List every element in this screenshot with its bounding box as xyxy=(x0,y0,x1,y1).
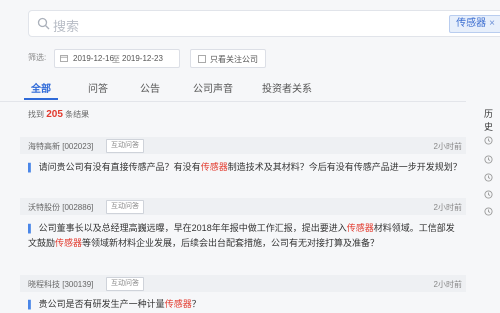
result-count-number: 205 xyxy=(46,109,63,120)
clock-icon xyxy=(484,207,493,216)
clock-icon xyxy=(484,136,493,145)
keyword-highlight: 传感器 xyxy=(55,238,83,248)
clock-icon xyxy=(484,190,493,199)
search-icon xyxy=(37,17,50,30)
type-badge: 互动问答 xyxy=(106,277,144,291)
keyword-tag[interactable]: 传感器 × xyxy=(449,15,500,33)
calendar-icon xyxy=(60,55,68,62)
clock-icon xyxy=(484,155,493,164)
follow-only-checkbox[interactable]: 只看关注公司 xyxy=(190,49,266,68)
date-range-picker[interactable]: 2019-12-16 至 2019-12-23 xyxy=(54,49,180,68)
question-part: 贵公司是否有研发生产一种计量 xyxy=(38,299,165,309)
question-part: ？ xyxy=(191,299,201,309)
timestamp: 2小时前 xyxy=(433,203,462,212)
result-item-header: 海特高新 [002023] 互动问答 2小时前 xyxy=(20,137,466,154)
question-text[interactable]: ▌ 公司董事长以及总经理高巍远曝，早在2018年年报中做工作汇报，提出要进入传感器… xyxy=(28,221,462,250)
keyword-highlight: 传感器 xyxy=(164,299,192,309)
keyword-highlight: 传感器 xyxy=(200,162,228,172)
keyword-tag-label: 传感器 xyxy=(456,18,487,29)
tab-company-voice[interactable]: 公司声音 xyxy=(193,80,233,95)
keyword-highlight: 传感器 xyxy=(346,223,374,233)
filter-row: 筛选: 2019-12-16 至 2019-12-23 只看关注公司 xyxy=(0,48,500,68)
question-icon: ▌ xyxy=(28,224,34,233)
result-item-header: 晓程科技 [300139] 互动问答 2小时前 xyxy=(20,275,466,292)
follow-only-label: 只看关注公司 xyxy=(210,55,258,64)
company-link[interactable]: 晓程科技 [300139] xyxy=(28,279,93,290)
type-badge: 互动问答 xyxy=(106,200,144,214)
question-part: 公司董事长以及总经理高巍远曝，早在2018年年报中做工作汇报，提出要进入 xyxy=(38,223,347,233)
checkbox-icon[interactable] xyxy=(198,55,206,63)
timestamp: 2小时前 xyxy=(433,142,462,151)
question-icon: ▌ xyxy=(28,163,34,172)
date-separator: 至 xyxy=(112,55,120,64)
timestamp: 2小时前 xyxy=(433,280,462,289)
tab-bar: 全部 问答 公告 公司声音 投资者关系 xyxy=(0,74,466,102)
type-badge: 互动问答 xyxy=(106,139,144,153)
close-icon[interactable]: × xyxy=(489,18,495,29)
result-item-header: 沃特股份 [002886] 互动问答 2小时前 xyxy=(20,198,466,215)
tab-announcements[interactable]: 公告 xyxy=(140,80,160,95)
search-placeholder: 搜索 xyxy=(53,19,80,34)
company-link[interactable]: 海特高新 [002023] xyxy=(28,141,93,152)
result-count-suffix: 条结果 xyxy=(65,110,90,119)
tab-all[interactable]: 全部 xyxy=(31,80,51,95)
question-part: 等领域新材料企业发展，后续会出台配套措施，公司有无对接打算及准备？ xyxy=(82,238,380,248)
result-count: 找到 205 条结果 xyxy=(28,109,89,120)
filter-label: 筛选: xyxy=(28,53,47,62)
clock-icon xyxy=(484,173,493,182)
result-count-prefix: 找到 xyxy=(28,110,44,119)
date-start[interactable]: 2019-12-16 xyxy=(73,54,114,63)
question-icon: ▌ xyxy=(28,300,34,309)
search-bar[interactable]: 搜索 传感器 × xyxy=(28,10,500,37)
tab-investor-relations[interactable]: 投资者关系 xyxy=(262,80,312,95)
question-text[interactable]: ▌ 贵公司是否有研发生产一种计量传感器？ xyxy=(28,297,462,312)
history-panel-title: 历史 xyxy=(484,109,494,132)
tab-qa[interactable]: 问答 xyxy=(88,80,108,95)
question-text[interactable]: ▌ 请问贵公司有没有直接传感产品？有没有传感器制造技术及其材料？今后有没有传感产品… xyxy=(28,160,462,175)
date-end[interactable]: 2019-12-23 xyxy=(122,54,163,63)
active-tab-indicator xyxy=(24,98,58,100)
company-link[interactable]: 沃特股份 [002886] xyxy=(28,202,93,213)
question-part: 请问贵公司有没有直接传感产品？有没有 xyxy=(38,162,201,172)
question-part: 制造技术及其材料？今后有没有传感产品进一步开发规划？ xyxy=(227,162,462,172)
